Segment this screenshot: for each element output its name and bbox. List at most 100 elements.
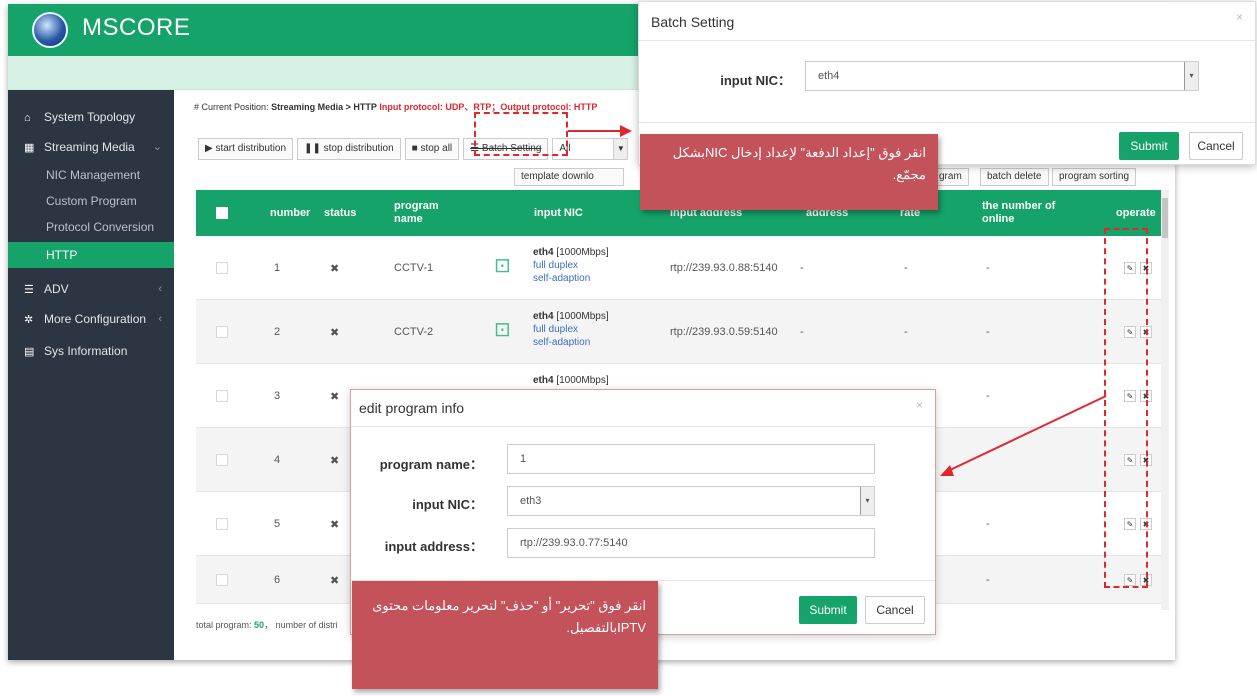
- globe-logo-icon: [32, 12, 68, 48]
- header-number: number: [270, 207, 311, 219]
- select-value: eth3: [520, 495, 542, 507]
- online-value: -: [986, 518, 990, 530]
- program-name: CCTV-1: [394, 262, 434, 274]
- row-checkbox[interactable]: [216, 262, 228, 274]
- gears-icon: ✲: [24, 314, 34, 326]
- footer-rest: ， number of distri: [264, 620, 338, 630]
- table-footer: total program: 50， number of distri: [196, 618, 338, 631]
- status-stopped-icon: ✖: [330, 455, 340, 467]
- close-icon[interactable]: ×: [916, 398, 923, 412]
- header-input-nic: input NIC: [534, 207, 583, 219]
- output-address: -: [800, 262, 804, 274]
- status-stopped-icon: ✖: [330, 575, 340, 587]
- modal-title: Batch Setting: [651, 14, 735, 30]
- table-row: 2 ✖ CCTV-2 ⊡ eth4 [1000Mbps] full duplex s…: [196, 300, 1164, 364]
- output-address: -: [800, 326, 804, 338]
- status-stopped-icon: ✖: [330, 327, 340, 339]
- breadcrumb-path: Streaming Media > HTTP: [271, 102, 377, 112]
- nic-duplex: full duplex: [533, 324, 579, 335]
- program-count: 50: [254, 620, 265, 630]
- stop-distribution-button[interactable]: ❚❚ stop distribution: [297, 138, 401, 160]
- input-address: rtp://239.93.0.59:5140: [670, 326, 778, 338]
- batch-setting-callout: انقر فوق "إعداد الدفعة" لإعداد إدخال NIC…: [640, 134, 938, 210]
- row-number: 3: [274, 390, 281, 402]
- close-icon[interactable]: ×: [1236, 10, 1243, 24]
- row-number: 4: [274, 454, 281, 466]
- row-checkbox[interactable]: [216, 390, 228, 402]
- row-number: 1: [274, 262, 281, 274]
- nic-mode: self-adaption: [533, 337, 591, 348]
- sidebar-item-streaming-media[interactable]: ▦ Streaming Media ⌄: [8, 134, 174, 160]
- submit-button[interactable]: Submit: [799, 596, 857, 624]
- online-value: -: [986, 326, 990, 338]
- chevron-left-icon: ‹: [158, 313, 162, 325]
- program-sorting-button[interactable]: program sorting: [1052, 168, 1137, 186]
- cancel-button[interactable]: Cancel: [1189, 132, 1243, 160]
- input-nic-label: input NIC：: [720, 73, 791, 88]
- nic-name: eth4: [533, 375, 554, 386]
- chevron-down-icon: ⌄: [152, 141, 162, 153]
- row-number: 5: [274, 518, 281, 530]
- start-distribution-button[interactable]: ▶ start distribution: [198, 138, 294, 160]
- home-icon: ⌂: [24, 112, 31, 124]
- nic-name: eth4: [533, 247, 554, 258]
- footer-label: total program:: [196, 620, 252, 630]
- divider: [639, 122, 1255, 123]
- app-title: MSCORE: [82, 14, 191, 41]
- modal-title: edit program info: [359, 400, 465, 416]
- nic-mode: self-adaption: [533, 273, 591, 284]
- input-address-input[interactable]: rtp://239.93.0.77:5140: [507, 528, 875, 558]
- select-value: eth4: [818, 70, 840, 82]
- status-stopped-icon: ✖: [330, 391, 340, 403]
- sidebar-item-label: ADV: [44, 282, 69, 296]
- sidebar-item-http[interactable]: HTTP: [8, 242, 174, 268]
- sidebar-item-adv[interactable]: ☰ ADV ‹: [8, 276, 174, 302]
- operate-column-highlight: [1104, 228, 1148, 588]
- rate-value: -: [904, 262, 908, 274]
- row-checkbox[interactable]: [216, 326, 228, 338]
- row-checkbox[interactable]: [216, 454, 228, 466]
- protocol-info: Input protocol: UDP、RTP；Output protocol:…: [379, 102, 598, 112]
- batch-delete-button[interactable]: batch delete: [980, 168, 1049, 186]
- online-value: -: [986, 574, 990, 586]
- program-name-input[interactable]: 1: [507, 444, 875, 474]
- program-name-label: program name：: [379, 457, 483, 472]
- sidebar-item-more-configuration[interactable]: ✲ More Configuration ‹: [8, 306, 174, 332]
- sidebar-item-system-topology[interactable]: ⌂ System Topology: [8, 104, 174, 130]
- film-icon: ▦: [24, 142, 35, 154]
- submit-button[interactable]: Submit: [1119, 132, 1179, 160]
- sidebar-item-protocol-conversion[interactable]: Protocol Conversion: [8, 214, 174, 240]
- template-download-button[interactable]: template downlo: [514, 168, 624, 186]
- sidebar-item-sys-information[interactable]: ▤ Sys Information: [8, 338, 174, 364]
- input-nic-select[interactable]: eth4 ▾: [805, 61, 1199, 91]
- input-nic-select[interactable]: eth3 ▾: [507, 486, 875, 516]
- nic-info: eth4 [1000Mbps] full duplex self-adaption: [533, 246, 609, 285]
- batch-setting-highlight: [474, 112, 568, 156]
- stop-all-button[interactable]: ■ stop all: [404, 138, 460, 160]
- divider: [351, 426, 935, 427]
- sidebar-item-nic-management[interactable]: NIC Management: [8, 162, 174, 188]
- nic-info: eth4 [1000Mbps] full duplex self-adaption: [533, 310, 609, 349]
- row-checkbox[interactable]: [216, 518, 228, 530]
- row-number: 6: [274, 574, 281, 586]
- select-all-checkbox[interactable]: [216, 207, 228, 219]
- input-address: rtp://239.93.0.88:5140: [670, 262, 778, 274]
- table-row: 1 ✖ CCTV-1 ⊡ eth4 [1000Mbps] full duplex s…: [196, 236, 1164, 300]
- edit-delete-callout: انقر فوق "تحرير" أو "حذف" لتحرير معلومات…: [352, 581, 658, 689]
- rate-value: -: [904, 326, 908, 338]
- scrollbar-thumb[interactable]: [1162, 198, 1168, 238]
- program-name: CCTV-2: [394, 326, 434, 338]
- sidebar-item-custom-program[interactable]: Custom Program: [8, 188, 174, 214]
- divider: [639, 40, 1255, 41]
- info-icon: ▤: [24, 346, 35, 358]
- network-icon: ⊡: [494, 255, 511, 277]
- cancel-button[interactable]: Cancel: [865, 596, 925, 624]
- online-value: -: [986, 390, 990, 402]
- online-value: -: [986, 262, 990, 274]
- nic-duplex: full duplex: [533, 260, 579, 271]
- nic-name: eth4: [533, 311, 554, 322]
- sidebar: ⌂ System Topology ▦ Streaming Media ⌄ NIC M…: [8, 90, 174, 660]
- list-icon: ☰: [24, 284, 34, 296]
- table-scrollbar[interactable]: [1161, 190, 1169, 610]
- row-checkbox[interactable]: [216, 574, 228, 586]
